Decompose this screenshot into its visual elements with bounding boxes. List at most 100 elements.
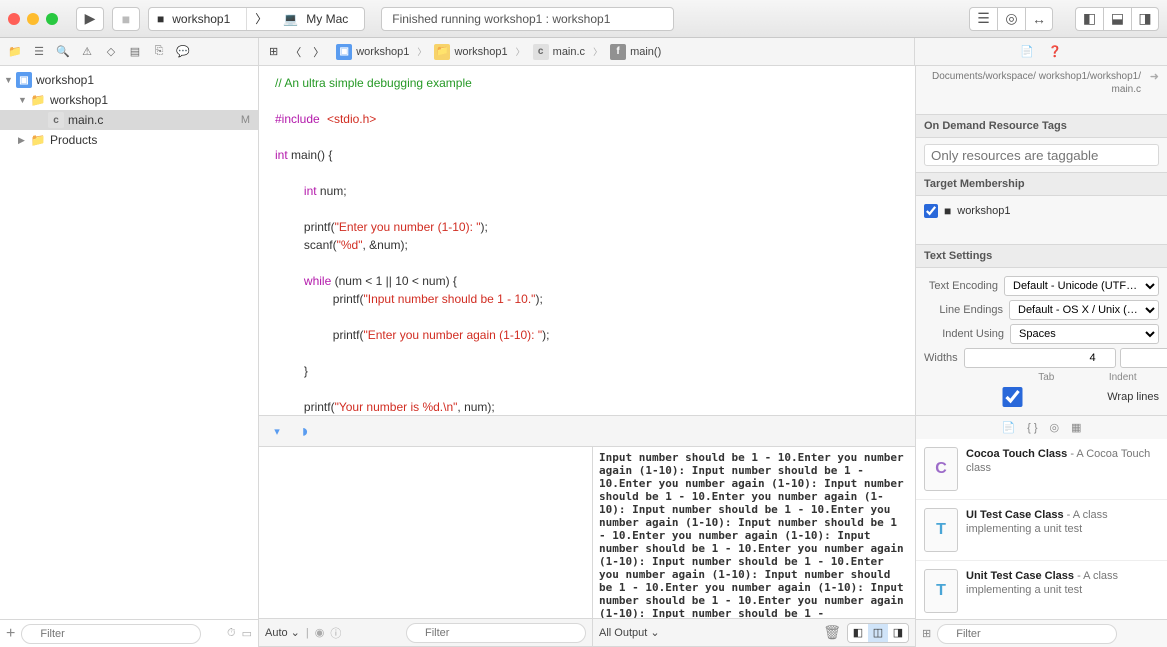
library-item-text: Unit Test Case Class - A class implement…	[966, 569, 1159, 613]
scheme-chevron: 〉	[246, 8, 275, 30]
scheme-selector[interactable]: ■ workshop1 〉 💻 My Mac	[148, 7, 365, 31]
choose-path-icon[interactable]: ➜	[1150, 70, 1159, 83]
tree-products-node[interactable]: ▶📁Products	[0, 130, 258, 150]
line-endings-select[interactable]: Default - OS X / Unix (…	[1009, 300, 1159, 320]
wrap-lines-checkbox[interactable]	[924, 387, 1101, 407]
sub-toolbar: 📁 ☰ 🔍 ⚠ ◇ ▤ ⎘ 💬 ⊞ 〈 〉 ▣workshop1 〉 📁work…	[0, 38, 1167, 66]
debug-area: Auto ⌄ | ◉ ⓘ Input number should be 1 - …	[259, 447, 915, 647]
forward-button[interactable]: 〉	[309, 42, 328, 62]
toggle-inspector-button[interactable]: ◨	[1131, 7, 1159, 31]
close-window-button[interactable]	[8, 13, 20, 25]
text-settings-head: Text Settings	[916, 244, 1167, 268]
symbol-navigator-icon[interactable]: ☰	[30, 45, 48, 58]
navigator-footer: + ⏱ ▭	[0, 619, 258, 647]
scm-filter-icon[interactable]: ▭	[242, 627, 252, 640]
crumb-project[interactable]: ▣workshop1	[332, 42, 413, 62]
editor-mode-group: ☰ ◎ ↔	[969, 7, 1053, 31]
indent-using-select[interactable]: Spaces	[1010, 324, 1159, 344]
minimize-window-button[interactable]	[27, 13, 39, 25]
file-template-tab-icon[interactable]: 📄	[1001, 421, 1015, 434]
library-filter-input[interactable]	[937, 624, 1117, 644]
file-inspector-tab-icon[interactable]: 📄	[1020, 45, 1034, 58]
assistant-editor-button[interactable]: ◎	[997, 7, 1025, 31]
crumb-file[interactable]: cmain.c	[529, 42, 589, 62]
scm-status-badge: M	[241, 114, 250, 126]
media-library-tab-icon[interactable]: ▦	[1071, 421, 1081, 434]
project-tree: ▼▣workshop1 ▼📁workshop1 cmain.c M ▶📁Prod…	[0, 66, 258, 619]
line-endings-label: Line Endings	[924, 304, 1003, 316]
back-button[interactable]: 〈	[286, 42, 305, 62]
target-checkbox[interactable]	[924, 204, 938, 218]
quick-help-tab-icon[interactable]: ❓	[1048, 45, 1062, 58]
console-output-mode[interactable]: All Output ⌄	[599, 626, 660, 639]
crumb-group[interactable]: 📁workshop1	[430, 42, 511, 62]
crumb-symbol[interactable]: fmain()	[606, 42, 665, 62]
library-item[interactable]: C Cocoa Touch Class - A Cocoa Touch clas…	[916, 439, 1167, 500]
variables-view: Auto ⌄ | ◉ ⓘ	[259, 447, 593, 646]
editor-area: // An ultra simple debugging example #in…	[259, 66, 915, 647]
related-items-button[interactable]: ⊞	[265, 43, 282, 60]
variables-scope-select[interactable]: Auto ⌄	[265, 626, 300, 639]
code-snippet-tab-icon[interactable]: { }	[1027, 422, 1037, 434]
breakpoints-toggle-icon[interactable]: ◗	[295, 421, 315, 441]
widths-label: Widths	[924, 352, 958, 364]
hide-debug-icon[interactable]: ▾	[267, 421, 287, 441]
window-controls	[8, 13, 58, 25]
library-tabs: 📄 { } ◎ ▦	[916, 415, 1167, 439]
library-item-icon: C	[924, 447, 958, 491]
target-membership-head: Target Membership	[916, 172, 1167, 196]
inspector-panel: Documents/workspace/ workshop1/workshop1…	[915, 66, 1167, 647]
variables-filter-input[interactable]	[406, 623, 586, 643]
debug-navigator-icon[interactable]: ▤	[126, 45, 144, 58]
test-navigator-icon[interactable]: ◇	[102, 45, 120, 58]
tree-group-node[interactable]: ▼📁workshop1	[0, 90, 258, 110]
print-icon[interactable]: ⓘ	[330, 625, 341, 641]
report-navigator-icon[interactable]: 💬	[174, 45, 192, 58]
show-vars-only-icon[interactable]: ◧	[848, 624, 868, 642]
ondemand-section-head: On Demand Resource Tags	[916, 114, 1167, 138]
library-item-icon: T	[924, 569, 958, 613]
library-item[interactable]: T Unit Test Case Class - A class impleme…	[916, 561, 1167, 619]
activity-status: Finished running workshop1 : workshop1	[381, 7, 674, 31]
text-encoding-select[interactable]: Default - Unicode (UTF…	[1004, 276, 1159, 296]
standard-editor-button[interactable]: ☰	[969, 7, 997, 31]
library-item-icon: T	[924, 508, 958, 552]
show-both-icon[interactable]: ◫	[868, 624, 888, 642]
library-item-text: Cocoa Touch Class - A Cocoa Touch class	[966, 447, 1159, 491]
toggle-debug-button[interactable]: ⬓	[1103, 7, 1131, 31]
indent-width-input[interactable]	[1120, 348, 1167, 368]
indent-using-label: Indent Using	[924, 328, 1004, 340]
navigator-tabs: 📁 ☰ 🔍 ⚠ ◇ ▤ ⎘ 💬	[0, 38, 259, 65]
run-button[interactable]: ▶	[76, 7, 104, 31]
zoom-window-button[interactable]	[46, 13, 58, 25]
tab-width-input[interactable]	[964, 348, 1116, 368]
tree-project-node[interactable]: ▼▣workshop1	[0, 70, 258, 90]
title-bar: ▶ ■ ■ workshop1 〉 💻 My Mac Finished runn…	[0, 0, 1167, 38]
file-path-text: Documents/workspace/ workshop1/workshop1…	[924, 70, 1159, 96]
object-library-tab-icon[interactable]: ◎	[1050, 421, 1060, 434]
issue-navigator-icon[interactable]: ⚠	[78, 45, 96, 58]
tree-file-node[interactable]: cmain.c M	[0, 110, 258, 130]
recent-filter-icon[interactable]: ⏱	[227, 627, 236, 640]
find-navigator-icon[interactable]: 🔍	[54, 45, 72, 58]
ondemand-tags-input	[924, 144, 1159, 166]
breakpoint-navigator-icon[interactable]: ⎘	[150, 45, 168, 58]
version-editor-button[interactable]: ↔	[1025, 7, 1053, 31]
toggle-navigator-button[interactable]: ◧	[1075, 7, 1103, 31]
add-button[interactable]: +	[6, 625, 15, 643]
source-editor[interactable]: // An ultra simple debugging example #in…	[259, 66, 915, 415]
clear-console-icon[interactable]: 🗑	[823, 624, 841, 641]
console-output[interactable]: Input number should be 1 - 10.Enter you …	[593, 447, 915, 618]
library-view-mode-icon[interactable]: ⊞	[922, 627, 931, 640]
text-encoding-label: Text Encoding	[924, 280, 998, 292]
show-console-only-icon[interactable]: ◨	[888, 624, 908, 642]
quicklook-icon[interactable]: ◉	[315, 626, 325, 639]
navigator-filter-input[interactable]	[21, 624, 201, 644]
library-item[interactable]: T UI Test Case Class - A class implement…	[916, 500, 1167, 561]
library-list: C Cocoa Touch Class - A Cocoa Touch clas…	[916, 439, 1167, 619]
inspector-footer: ⊞	[916, 619, 1167, 647]
project-navigator-icon[interactable]: 📁	[6, 45, 24, 58]
stop-button[interactable]: ■	[112, 7, 140, 31]
navigator-panel: ▼▣workshop1 ▼📁workshop1 cmain.c M ▶📁Prod…	[0, 66, 259, 647]
scheme-target: ■ workshop1	[149, 8, 246, 30]
